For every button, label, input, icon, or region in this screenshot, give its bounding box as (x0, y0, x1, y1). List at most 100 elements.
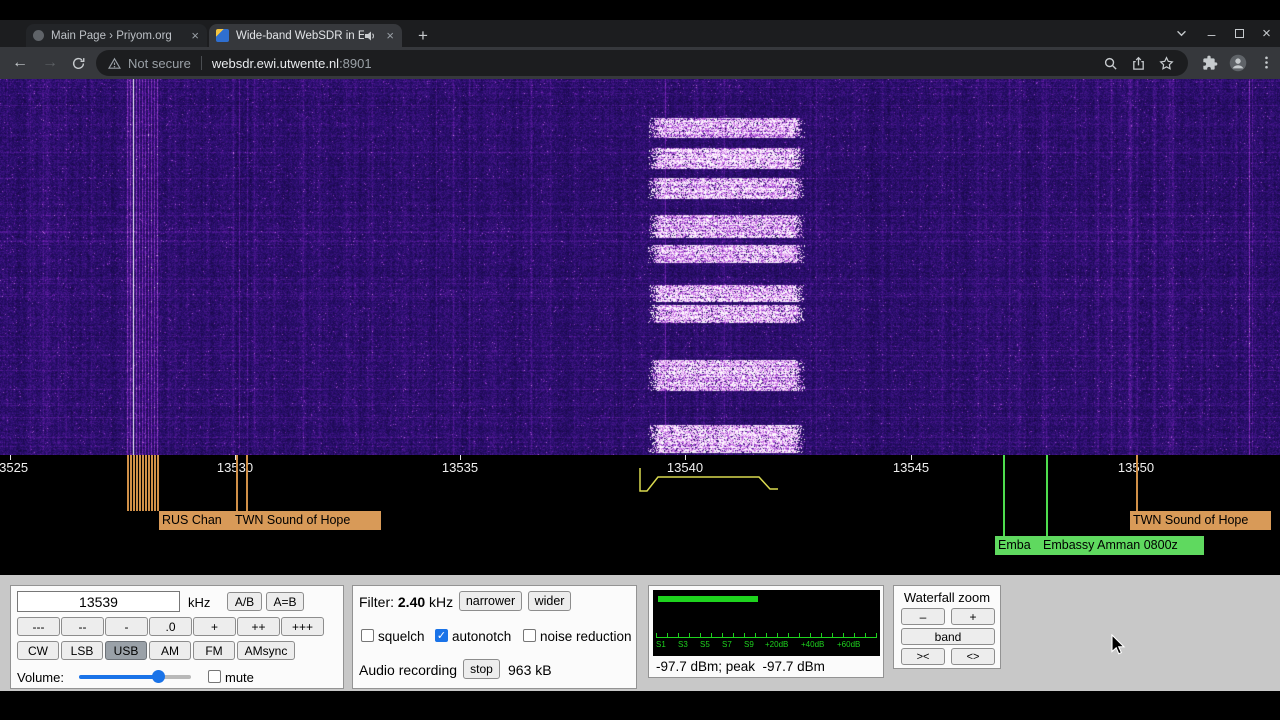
window-maximize-button[interactable] (1226, 20, 1253, 47)
filter-label: Filter: (359, 594, 394, 610)
back-button[interactable]: ← (8, 51, 32, 75)
mode-am-button[interactable]: AM (149, 641, 191, 660)
signal-reading: -97.7 dBm; peak -97.7 dBm (656, 659, 825, 674)
share-icon[interactable] (1131, 56, 1146, 71)
filter-bandwidth: 2.40 (397, 594, 426, 610)
waterfall-display[interactable] (0, 79, 1280, 455)
audio-playing-icon[interactable] (364, 30, 376, 42)
noise-reduction-label: noise reduction (540, 629, 632, 644)
waterfall-zoom-title: Waterfall zoom (903, 590, 991, 605)
tab-search-chevron-icon[interactable] (1168, 20, 1195, 47)
freq-step-up3-button[interactable]: +++ (281, 617, 324, 636)
squelch-checkbox[interactable] (361, 629, 374, 642)
station-marker-lines-rus (127, 455, 160, 511)
audio-recording-label: Audio recording (359, 662, 458, 678)
wider-button[interactable]: wider (528, 591, 571, 611)
station-marker-line (1136, 455, 1138, 511)
freq-step-down3-button[interactable]: --- (17, 617, 60, 636)
websdr-favicon (216, 29, 229, 42)
url-divider (200, 56, 202, 70)
khz-label: kHz (188, 595, 211, 610)
screen: Main Page › Priyom.org × Wide-band WebSD… (0, 0, 1280, 720)
waterfall-band-button[interactable]: band (901, 628, 995, 645)
waterfall-zoom-panel: Waterfall zoom – + band >< <> (893, 585, 1001, 669)
mute-checkbox[interactable] (208, 670, 221, 683)
s-meter-label: S7 (722, 640, 732, 649)
station-marker-line-green (1003, 455, 1005, 536)
waterfall-narrow-button[interactable]: >< (901, 648, 945, 665)
mode-amsync-button[interactable]: AMsync (237, 641, 295, 660)
s-meter-label: +40dB (801, 640, 825, 649)
station-marker-line (236, 455, 238, 511)
url-host: websdr.ewi.utwente.nl (211, 55, 340, 71)
s-meter-label: +60dB (837, 640, 861, 649)
squelch-label: squelch (378, 629, 425, 644)
station-label-embassy-short[interactable]: Emba (995, 536, 1040, 555)
filter-label-group: Filter: 2.40 kHz (359, 594, 453, 610)
ab-swap-button[interactable]: A/B (227, 592, 262, 611)
signal-strength-bar (658, 596, 758, 602)
frequency-panel: kHz A/B A=B --- -- - .0 + ++ +++ CW LSB … (10, 585, 344, 689)
reload-button[interactable] (66, 51, 90, 75)
station-label-twn-left[interactable]: TWN Sound of Hope (232, 511, 381, 530)
freq-step-down1-button[interactable]: - (105, 617, 148, 636)
station-label-embassy[interactable]: Embassy Amman 0800z (1040, 536, 1204, 555)
tab-close-icon[interactable]: × (191, 28, 199, 43)
s-meter-scale-ticks (656, 633, 877, 638)
mute-label: mute (225, 670, 254, 685)
autonotch-label: autonotch (452, 629, 512, 644)
freq-step-down2-button[interactable]: -- (61, 617, 104, 636)
station-label-rus[interactable]: RUS Chan (159, 511, 232, 530)
waterfall-zoom-out-button[interactable]: – (901, 608, 945, 625)
s-meter-display: S1 S3 S5 S7 S9 +20dB +40dB +60dB (653, 590, 880, 656)
s-meter-label: S3 (678, 640, 688, 649)
noise-reduction-checkbox[interactable] (523, 629, 536, 642)
mode-usb-button[interactable]: USB (105, 641, 147, 660)
zoom-icon[interactable] (1103, 56, 1118, 71)
window-close-button[interactable]: × (1253, 20, 1280, 47)
filter-panel: Filter: 2.40 kHz narrower wider squelch … (352, 585, 637, 689)
a-equals-b-button[interactable]: A=B (266, 592, 304, 611)
passband-indicator[interactable] (0, 455, 1280, 500)
tab-websdr[interactable]: Wide-band WebSDR in Ensch × (209, 24, 402, 47)
freq-round-button[interactable]: .0 (149, 617, 192, 636)
station-label-twn-right[interactable]: TWN Sound of Hope (1130, 511, 1271, 530)
tab-priyom[interactable]: Main Page › Priyom.org × (26, 24, 207, 47)
tab-close-icon[interactable]: × (386, 28, 394, 43)
control-strip: kHz A/B A=B --- -- - .0 + ++ +++ CW LSB … (0, 575, 1280, 691)
extensions-puzzle-icon[interactable] (1202, 55, 1218, 71)
not-secure-warning-icon (108, 57, 121, 69)
volume-slider-track[interactable] (79, 675, 191, 679)
volume-slider-thumb[interactable] (152, 670, 165, 683)
stop-recording-button[interactable]: stop (463, 659, 500, 679)
autonotch-checkbox[interactable]: ✓ (435, 629, 448, 642)
s-meter-label: S5 (700, 640, 710, 649)
new-tab-button[interactable]: + (412, 25, 434, 47)
volume-label: Volume: (17, 670, 64, 685)
bookmark-star-icon[interactable] (1159, 55, 1174, 71)
freq-step-up2-button[interactable]: ++ (237, 617, 280, 636)
s-meter-label: +20dB (765, 640, 789, 649)
window-minimize-button[interactable]: – (1198, 20, 1225, 47)
frequency-scale-area[interactable]: 13525 13530 13535 13540 13545 13550 RUS … (0, 455, 1280, 575)
waterfall-zoom-in-button[interactable]: + (951, 608, 995, 625)
s-meter-label: S1 (656, 640, 666, 649)
url-port: :8901 (339, 55, 372, 71)
menu-kebab-icon[interactable] (1259, 55, 1274, 70)
narrower-button[interactable]: narrower (459, 591, 522, 611)
address-bar[interactable]: Not secure websdr.ewi.utwente.nl :8901 (96, 50, 1188, 76)
recording-size: 963 kB (508, 662, 552, 678)
waterfall-wide-button[interactable]: <> (951, 648, 995, 665)
forward-button[interactable]: → (38, 51, 62, 75)
frequency-input[interactable] (17, 591, 180, 612)
security-label: Not secure (128, 55, 191, 71)
station-marker-line-green (1046, 455, 1048, 536)
mode-fm-button[interactable]: FM (193, 641, 235, 660)
maximize-icon (1235, 29, 1244, 38)
profile-avatar[interactable] (1229, 54, 1247, 72)
mode-lsb-button[interactable]: LSB (61, 641, 103, 660)
mouse-cursor (1111, 634, 1126, 655)
freq-step-up1-button[interactable]: + (193, 617, 236, 636)
letterbox-top (0, 0, 1280, 20)
mode-cw-button[interactable]: CW (17, 641, 59, 660)
